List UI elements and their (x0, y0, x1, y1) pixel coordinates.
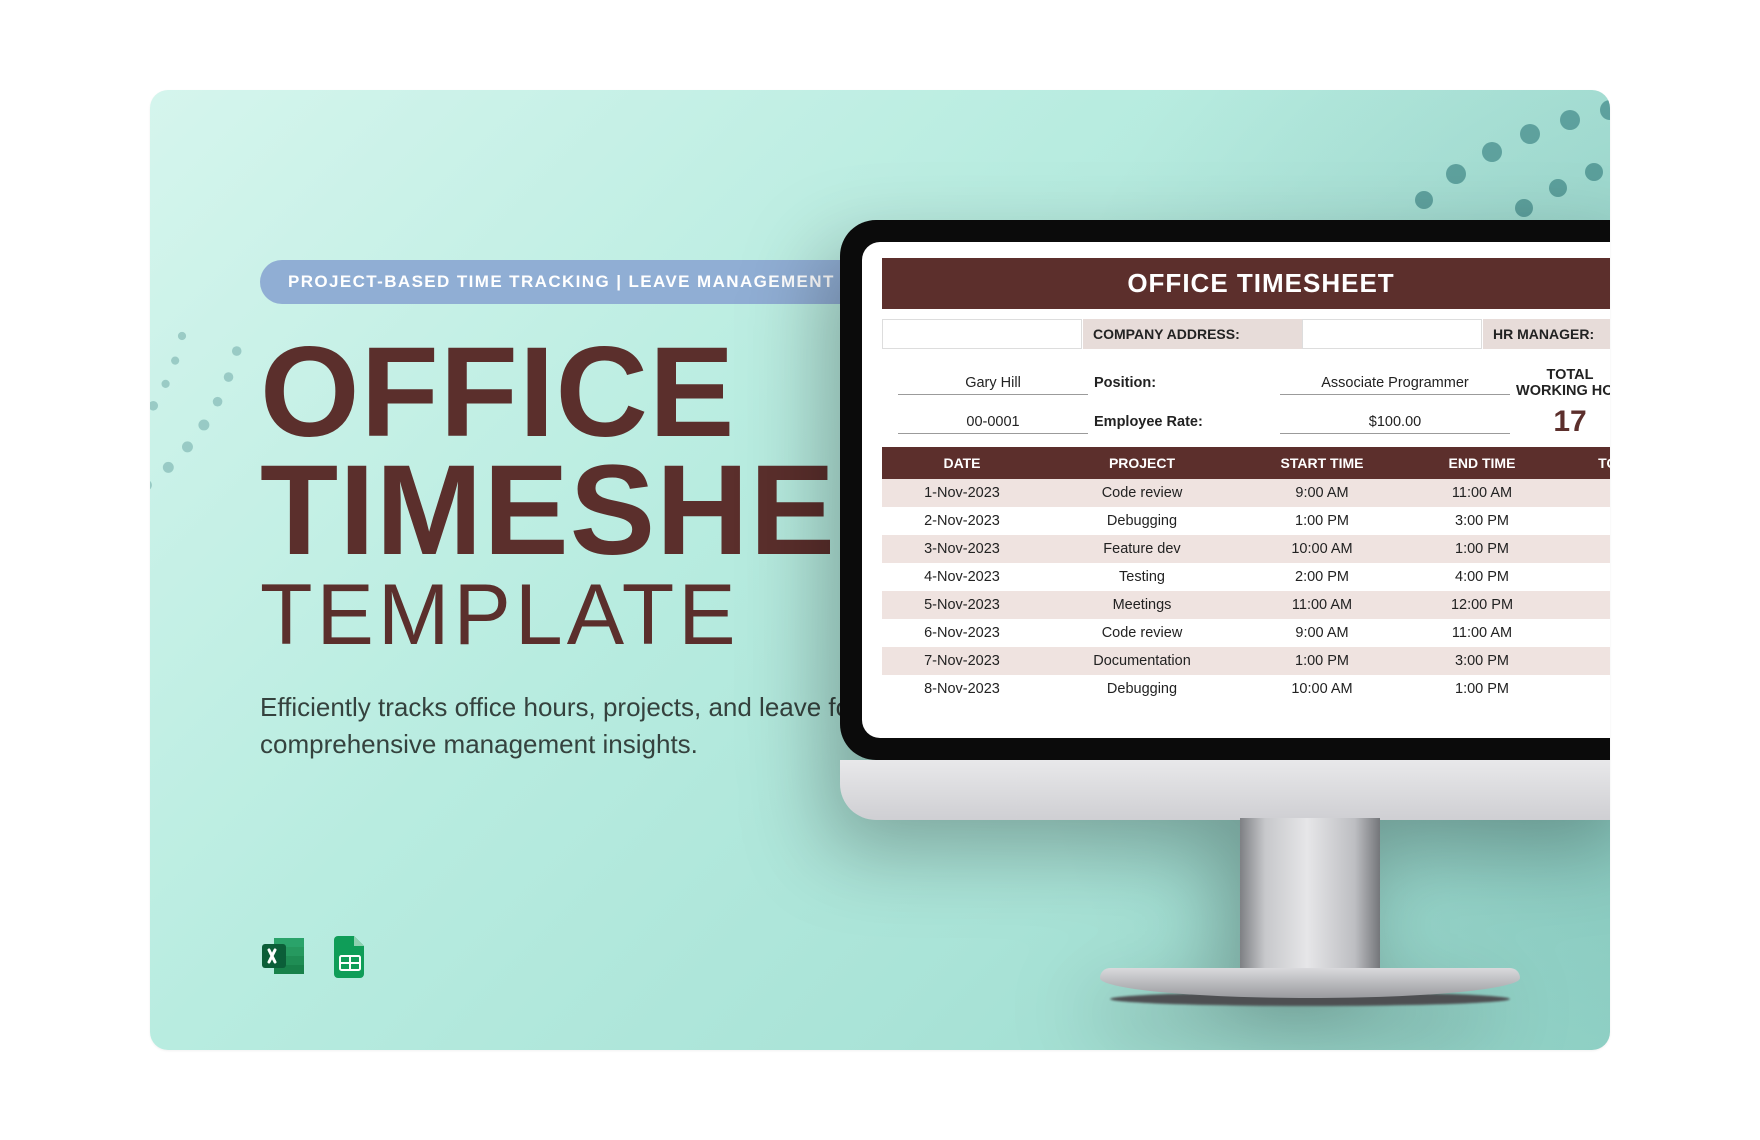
cell-project: Testing (1042, 563, 1242, 591)
table-row: 4-Nov-2023Testing2:00 PM4:00 PM (882, 563, 1610, 591)
title-line-1: OFFICE (260, 334, 900, 452)
employee-position: Associate Programmer (1280, 372, 1510, 395)
cell-end: 1:00 PM (1402, 535, 1562, 563)
cell-total (1562, 675, 1610, 703)
cell-total (1562, 535, 1610, 563)
excel-icon (260, 932, 308, 980)
cell-date: 7-Nov-2023 (882, 647, 1042, 675)
cell-total (1562, 479, 1610, 507)
col-end: END TIME (1402, 447, 1562, 479)
cell-total (1562, 507, 1610, 535)
cell-start: 10:00 AM (1242, 535, 1402, 563)
cell-end: 3:00 PM (1402, 647, 1562, 675)
title-line-2: TIMESHEET (260, 452, 900, 570)
cell-total (1562, 591, 1610, 619)
col-start: START TIME (1242, 447, 1402, 479)
cell-date: 2-Nov-2023 (882, 507, 1042, 535)
table-body: 1-Nov-2023Code review9:00 AM11:00 AM2-No… (882, 479, 1610, 703)
cell-end: 12:00 PM (1402, 591, 1562, 619)
spreadsheet: OFFICE TIMESHEET COMPANY ADDRESS: HR MAN… (862, 242, 1610, 738)
cell-end: 1:00 PM (1402, 675, 1562, 703)
cell-end: 11:00 AM (1402, 619, 1562, 647)
cell-project: Feature dev (1042, 535, 1242, 563)
employee-id: 00-0001 (898, 411, 1088, 434)
cell-date: 8-Nov-2023 (882, 675, 1042, 703)
cell-start: 9:00 AM (1242, 479, 1402, 507)
google-sheets-icon (326, 932, 374, 980)
cell-project: Documentation (1042, 647, 1242, 675)
table-header: DATE PROJECT START TIME END TIME TOT (882, 447, 1610, 479)
table-row: 2-Nov-2023Debugging1:00 PM3:00 PM (882, 507, 1610, 535)
format-icons (260, 932, 374, 980)
cell-start: 10:00 AM (1242, 675, 1402, 703)
sheet-title: OFFICE TIMESHEET (882, 258, 1610, 309)
monitor-mockup: OFFICE TIMESHEET COMPANY ADDRESS: HR MAN… (820, 160, 1610, 1050)
col-project: PROJECT (1042, 447, 1242, 479)
blank-cell (882, 319, 1082, 349)
monitor-bezel: OFFICE TIMESHEET COMPANY ADDRESS: HR MAN… (840, 220, 1610, 760)
employee-info: Gary Hill Position: Associate Programmer… (882, 349, 1610, 447)
cell-project: Meetings (1042, 591, 1242, 619)
company-address-label: COMPANY ADDRESS: (1082, 319, 1302, 349)
rate-label: Employee Rate: (1094, 414, 1274, 430)
cell-project: Code review (1042, 619, 1242, 647)
cell-end: 4:00 PM (1402, 563, 1562, 591)
cell-date: 4-Nov-2023 (882, 563, 1042, 591)
hr-manager-label: HR MANAGER: (1482, 319, 1610, 349)
monitor-stand-base (1100, 968, 1520, 998)
left-column: PROJECT-BASED TIME TRACKING | LEAVE MANA… (260, 260, 900, 764)
table-row: 1-Nov-2023Code review9:00 AM11:00 AM (882, 479, 1610, 507)
table-row: 7-Nov-2023Documentation1:00 PM3:00 PM (882, 647, 1610, 675)
category-pill: PROJECT-BASED TIME TRACKING | LEAVE MANA… (260, 260, 863, 304)
cell-total (1562, 563, 1610, 591)
cell-end: 3:00 PM (1402, 507, 1562, 535)
cell-date: 6-Nov-2023 (882, 619, 1042, 647)
monitor-stand-neck (1240, 818, 1380, 978)
monitor-chin (840, 760, 1610, 820)
table-row: 5-Nov-2023Meetings11:00 AM12:00 PM (882, 591, 1610, 619)
monitor-screen: OFFICE TIMESHEET COMPANY ADDRESS: HR MAN… (862, 242, 1610, 738)
col-total: TOT (1562, 447, 1610, 479)
cell-start: 11:00 AM (1242, 591, 1402, 619)
cell-end: 11:00 AM (1402, 479, 1562, 507)
cell-date: 5-Nov-2023 (882, 591, 1042, 619)
title-line-3: TEMPLATE (260, 576, 900, 655)
cell-total (1562, 619, 1610, 647)
table-row: 6-Nov-2023Code review9:00 AM11:00 AM (882, 619, 1610, 647)
employee-name: Gary Hill (898, 372, 1088, 395)
cell-start: 1:00 PM (1242, 507, 1402, 535)
cell-project: Debugging (1042, 675, 1242, 703)
employee-rate: $100.00 (1280, 411, 1510, 434)
table-row: 3-Nov-2023Feature dev10:00 AM1:00 PM (882, 535, 1610, 563)
cell-project: Code review (1042, 479, 1242, 507)
cell-start: 1:00 PM (1242, 647, 1402, 675)
stage: PROJECT-BASED TIME TRACKING | LEAVE MANA… (0, 0, 1760, 1140)
blank-cell (1302, 319, 1482, 349)
table-row: 8-Nov-2023Debugging10:00 AM1:00 PM (882, 675, 1610, 703)
cell-start: 9:00 AM (1242, 619, 1402, 647)
subtitle: Efficiently tracks office hours, project… (260, 689, 880, 764)
total-hours-label: TOTAL WORKING HOU (1516, 367, 1610, 399)
col-date: DATE (882, 447, 1042, 479)
cell-project: Debugging (1042, 507, 1242, 535)
cell-start: 2:00 PM (1242, 563, 1402, 591)
cell-total (1562, 647, 1610, 675)
main-title: OFFICE TIMESHEET TEMPLATE (260, 334, 900, 655)
header-labels-row: COMPANY ADDRESS: HR MANAGER: (882, 319, 1610, 349)
position-label: Position: (1094, 375, 1274, 391)
cell-date: 1-Nov-2023 (882, 479, 1042, 507)
cell-date: 3-Nov-2023 (882, 535, 1042, 563)
total-hours-value: 17 (1516, 405, 1610, 439)
promo-card: PROJECT-BASED TIME TRACKING | LEAVE MANA… (150, 90, 1610, 1050)
